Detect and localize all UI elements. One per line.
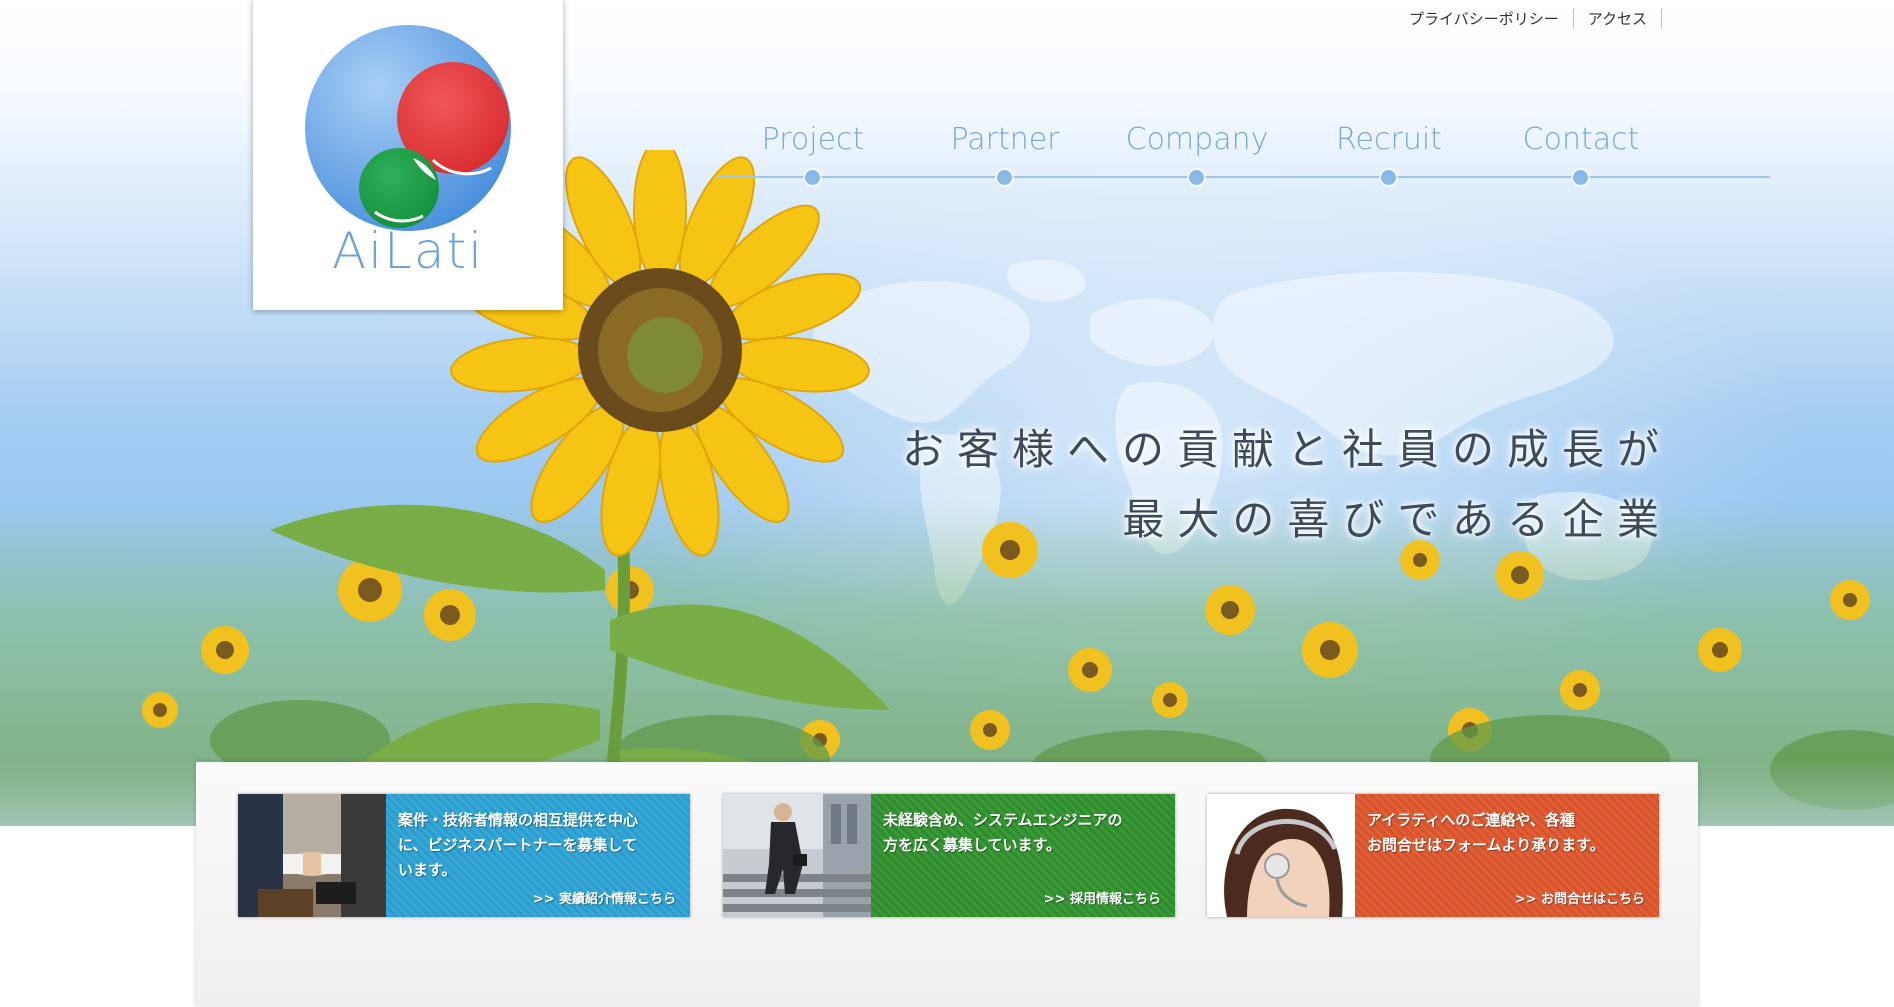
partner-banner-more-link: >> 実績紹介情報こちら [532, 892, 676, 907]
contact-banner[interactable]: アイラティへのご連絡や、各種 お問合せはフォームより承ります。 >> お問合せは… [1207, 794, 1659, 917]
businessman-stairs-photo [723, 794, 871, 917]
access-link[interactable]: アクセス [1574, 9, 1662, 29]
recruit-banner-line-1: 未経験含め、システムエンジニアの [883, 811, 1123, 829]
nav-dot-icon [1189, 170, 1204, 185]
recruit-banner-line-2: 方を広く募集しています。 [883, 836, 1062, 854]
headset-operator-photo [1207, 794, 1355, 917]
partner-banner-text: 案件・技術者情報の相互提供を中心 に、ビジネスパートナーを募集して います。 [398, 808, 678, 883]
catchcopy-line-2: 最大の喜びである企業 [1122, 495, 1672, 544]
partner-banner-body: 案件・技術者情報の相互提供を中心 に、ビジネスパートナーを募集して います。 >… [386, 794, 690, 917]
contact-banner-more-link: >> お問合せはこちら [1514, 892, 1645, 907]
recruit-banner-more-link: >> 採用情報こちら [1043, 892, 1161, 907]
nav-recruit[interactable]: Recruit [1294, 120, 1484, 190]
nav-dot-icon [1573, 170, 1588, 185]
nav-contact-label: Contact [1522, 122, 1640, 157]
nav-project[interactable]: Project [718, 120, 908, 190]
partner-banner-line-1: 案件・技術者情報の相互提供を中心 [398, 811, 639, 829]
privacy-policy-link[interactable]: プライバシーポリシー [1395, 9, 1574, 29]
recruit-banner[interactable]: 未経験含め、システムエンジニアの 方を広く募集しています。 >> 採用情報こちら [723, 794, 1175, 917]
nav-partner[interactable]: Partner [910, 120, 1100, 190]
logo-wordmark: AiLati [331, 222, 485, 280]
banner-panel: 案件・技術者情報の相互提供を中心 に、ビジネスパートナーを募集して います。 >… [196, 762, 1698, 1007]
nav-dot-icon [805, 170, 820, 185]
hero-catchcopy: お客様への貢献と社員の成長が 最大の喜びである企業 [902, 415, 1672, 555]
nav-company[interactable]: Company [1102, 120, 1292, 190]
nav-dot-icon [1381, 170, 1396, 185]
partner-banner-line-3: います。 [398, 861, 457, 879]
contact-banner-line-1: アイラティへのご連絡や、各種 [1367, 811, 1575, 829]
nav-contact[interactable]: Contact [1486, 120, 1676, 190]
recruit-banner-text: 未経験含め、システムエンジニアの 方を広く募集しています。 [883, 808, 1163, 858]
nav-company-label: Company [1125, 122, 1269, 157]
recruit-banner-body: 未経験含め、システムエンジニアの 方を広く募集しています。 >> 採用情報こちら [871, 794, 1175, 917]
handshake-photo [238, 794, 386, 917]
nav-project-label: Project [761, 122, 865, 157]
global-nav: Project Partner Company Recruit Contact [718, 120, 1770, 190]
site-logo-link[interactable]: AiLati [253, 0, 563, 310]
nav-partner-label: Partner [950, 122, 1060, 157]
nav-recruit-label: Recruit [1336, 122, 1442, 157]
partner-banner[interactable]: 案件・技術者情報の相互提供を中心 に、ビジネスパートナーを募集して います。 >… [238, 794, 690, 917]
catchcopy-line-1: お客様への貢献と社員の成長が [901, 425, 1672, 474]
partner-banner-line-2: に、ビジネスパートナーを募集して [398, 836, 638, 854]
contact-banner-text: アイラティへのご連絡や、各種 お問合せはフォームより承ります。 [1367, 808, 1647, 858]
contact-banner-line-2: お問合せはフォームより承ります。 [1367, 836, 1605, 854]
contact-banner-body: アイラティへのご連絡や、各種 お問合せはフォームより承ります。 >> お問合せは… [1355, 794, 1659, 917]
utility-links: プライバシーポリシー アクセス [1395, 8, 1662, 30]
nav-dot-icon [997, 170, 1012, 185]
